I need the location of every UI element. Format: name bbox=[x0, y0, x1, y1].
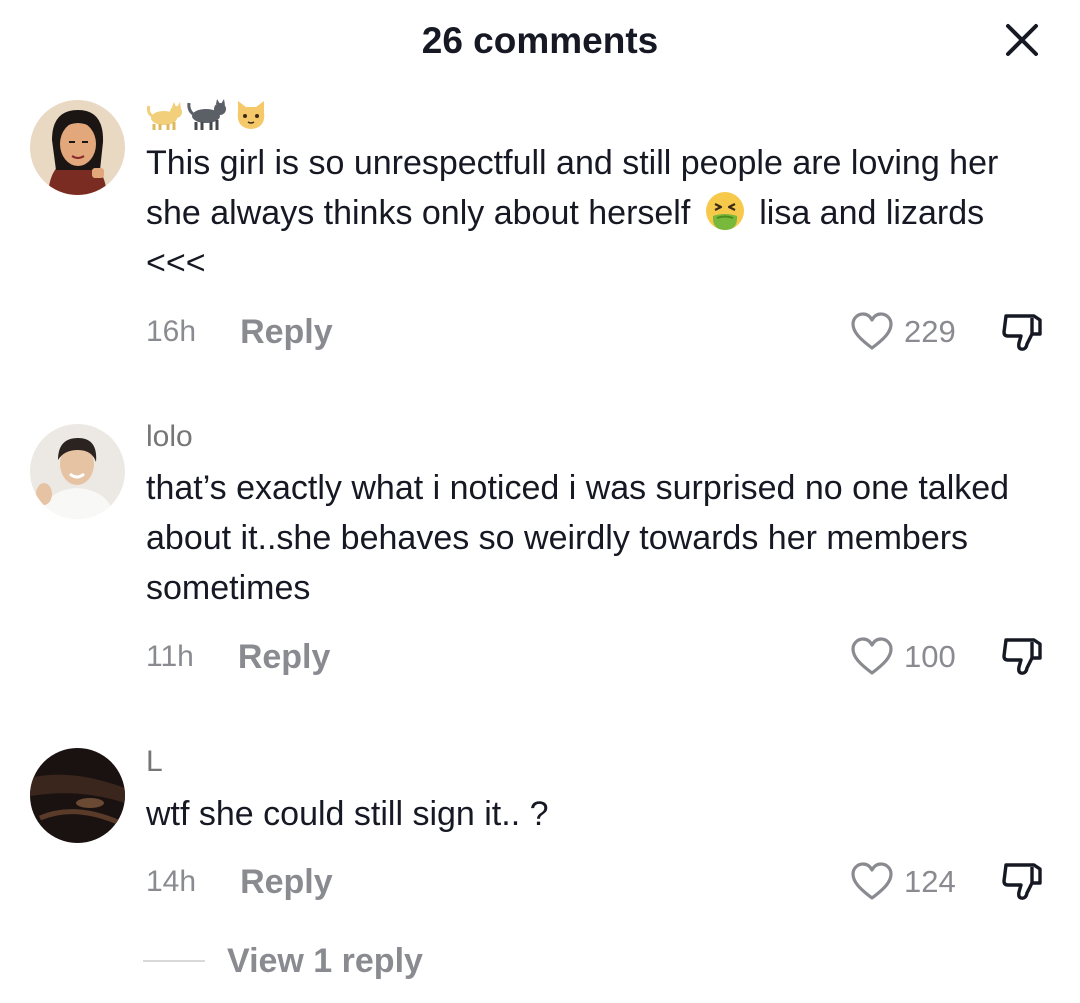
thumbs-down-icon bbox=[1002, 314, 1042, 351]
photo-avatar-image bbox=[30, 424, 125, 519]
cartoon-avatar-image bbox=[30, 100, 125, 195]
like-button[interactable]: 100 bbox=[850, 637, 956, 677]
close-button[interactable] bbox=[1000, 18, 1044, 62]
nauseated-face-emoji bbox=[705, 192, 744, 230]
dark-avatar-image bbox=[30, 748, 125, 843]
divider-line bbox=[143, 960, 205, 962]
comments-sheet: 26 comments This girl is so unrespectful… bbox=[0, 0, 1080, 1003]
thumbs-down-icon bbox=[1002, 863, 1042, 900]
dislike-button[interactable] bbox=[1000, 310, 1046, 356]
comment-time: 16h bbox=[146, 315, 197, 348]
like-count: 100 bbox=[904, 639, 956, 674]
reply-button[interactable]: Reply bbox=[240, 863, 333, 902]
avatar[interactable] bbox=[30, 424, 125, 519]
reply-button[interactable]: Reply bbox=[238, 638, 331, 677]
avatar[interactable] bbox=[30, 100, 125, 195]
comments-header: 26 comments bbox=[0, 0, 1080, 90]
comments-count-title: 26 comments bbox=[421, 20, 659, 61]
black-cat-emoji bbox=[187, 99, 226, 130]
avatar[interactable] bbox=[30, 748, 125, 843]
comment-meta: 14h Reply bbox=[146, 862, 333, 902]
comment-time: 11h bbox=[146, 640, 194, 673]
comment-text: that’s exactly what i noticed i was surp… bbox=[146, 469, 1010, 607]
comment-text: wtf she could still sign it.. ? bbox=[146, 795, 549, 833]
comment-time: 14h bbox=[146, 865, 197, 898]
username-emoji-row[interactable] bbox=[146, 98, 270, 132]
dislike-button[interactable] bbox=[1000, 859, 1046, 905]
view-replies-button[interactable]: View 1 reply bbox=[143, 938, 423, 984]
like-button[interactable]: 124 bbox=[850, 862, 956, 902]
cat-emoji bbox=[146, 102, 182, 130]
like-count: 124 bbox=[904, 864, 956, 899]
comment-username[interactable]: lolo bbox=[146, 420, 193, 454]
heart-icon bbox=[851, 637, 893, 675]
heart-icon bbox=[851, 862, 893, 900]
reply-button[interactable]: Reply bbox=[240, 313, 333, 352]
like-button[interactable]: 229 bbox=[850, 312, 956, 352]
comment-meta: 16h Reply bbox=[146, 312, 333, 352]
like-count: 229 bbox=[904, 314, 956, 349]
cat-face-emoji bbox=[237, 101, 265, 129]
view-replies-label: View 1 reply bbox=[227, 941, 423, 980]
close-x-icon bbox=[1006, 24, 1038, 56]
comment-meta: 11h Reply bbox=[146, 637, 330, 677]
dislike-button[interactable] bbox=[1000, 634, 1046, 680]
comment-username[interactable]: L bbox=[146, 745, 163, 779]
comment-text: This girl is so unrespectfull and still … bbox=[146, 138, 1026, 288]
thumbs-down-icon bbox=[1002, 638, 1042, 675]
heart-icon bbox=[851, 312, 893, 350]
